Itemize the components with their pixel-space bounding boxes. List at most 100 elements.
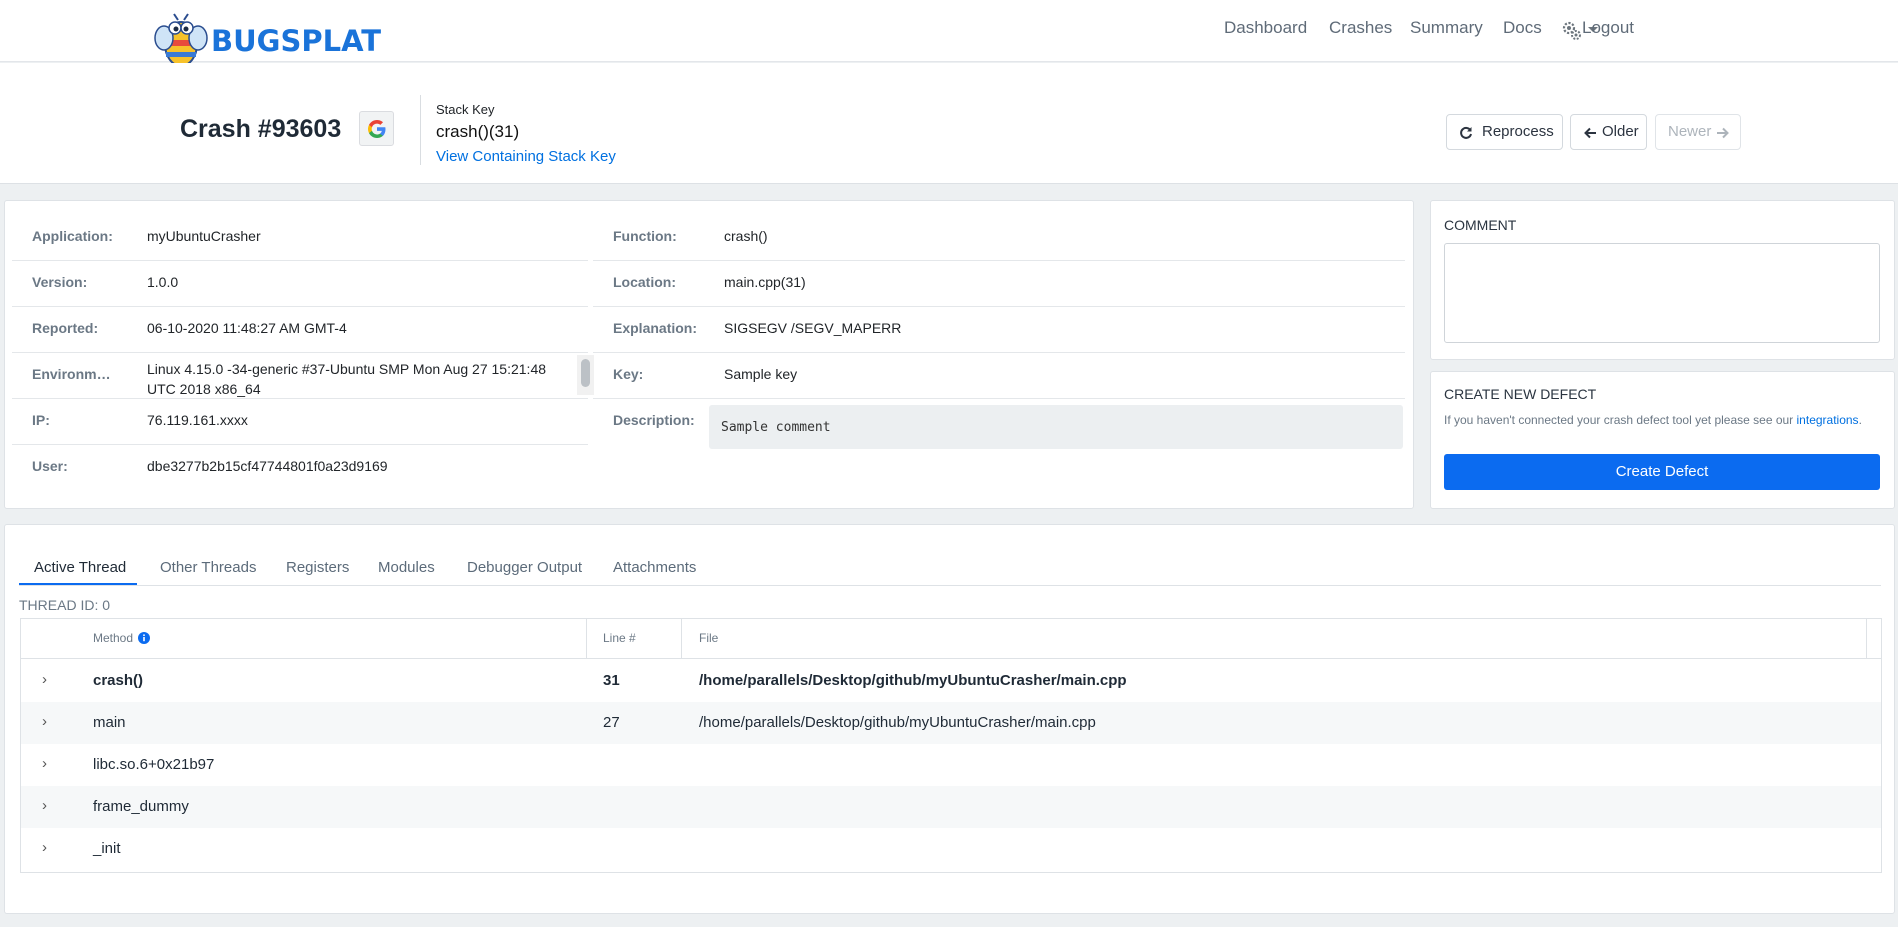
row-method: frame_dummy — [93, 798, 189, 815]
chevron-right-icon[interactable]: › — [42, 839, 47, 856]
detail-value: dbe3277b2b15cf47744801f0a23d9169 — [147, 458, 388, 474]
detail-label: Function: — [613, 228, 677, 244]
detail-value: SIGSEGV /SEGV_MAPERR — [724, 320, 902, 336]
google-badge — [359, 111, 394, 146]
create-defect-card: CREATE NEW DEFECT If you haven't connect… — [1430, 371, 1895, 509]
detail-value: Linux 4.15.0 -34-generic #37-Ubuntu SMP … — [147, 361, 547, 397]
row-line: 31 — [603, 672, 620, 689]
table-row[interactable]: › libc.so.6+0x21b97 — [21, 744, 1881, 786]
arrow-left-icon — [1584, 127, 1596, 139]
top-navbar: BUGSPLAT Dashboard Crashes Summary Docs … — [0, 0, 1898, 67]
defect-note-end: . — [1858, 413, 1862, 427]
detail-key: Key: Sample key — [593, 353, 1405, 399]
tab-attachments[interactable]: Attachments — [613, 559, 696, 576]
arrow-right-icon — [1717, 127, 1729, 139]
detail-application: Application: myUbuntuCrasher — [12, 215, 588, 261]
tab-modules[interactable]: Modules — [378, 559, 435, 576]
chevron-right-icon[interactable]: › — [42, 755, 47, 772]
older-button[interactable]: Older — [1570, 114, 1647, 150]
row-method: _init — [93, 840, 121, 857]
detail-version: Version: 1.0.0 — [12, 261, 588, 307]
column-divider — [586, 619, 587, 659]
row-file: /home/parallels/Desktop/github/myUbuntuC… — [699, 714, 1096, 731]
detail-label: Reported: — [32, 320, 99, 336]
page-title: Crash #93603 — [180, 115, 342, 143]
tab-other-threads[interactable]: Other Threads — [160, 559, 256, 576]
view-stack-key-link[interactable]: View Containing Stack Key — [436, 148, 616, 165]
row-line: 27 — [603, 714, 620, 731]
detail-function: Function: crash() — [593, 215, 1405, 261]
row-method: main — [93, 714, 126, 731]
comment-heading: COMMENT — [1444, 217, 1517, 233]
column-method[interactable]: Method — [93, 631, 151, 645]
detail-reported: Reported: 06-10-2020 11:48:27 AM GMT-4 — [12, 307, 588, 353]
detail-label: Version: — [32, 274, 88, 290]
tab-debugger-output[interactable]: Debugger Output — [467, 559, 582, 576]
nav-dashboard[interactable]: Dashboard — [1224, 18, 1307, 38]
stack-key-value: crash()(31) — [436, 122, 520, 141]
row-method: libc.so.6+0x21b97 — [93, 756, 215, 773]
header-divider — [420, 95, 421, 165]
detail-value: myUbuntuCrasher — [147, 228, 261, 244]
detail-label: Application: — [32, 228, 113, 244]
nav-logout[interactable]: Logout — [1582, 18, 1634, 38]
table-row[interactable]: › crash() 31 /home/parallels/Desktop/git… — [21, 660, 1881, 702]
nav-summary[interactable]: Summary — [1410, 18, 1483, 38]
detail-value: 1.0.0 — [147, 274, 179, 290]
integrations-link[interactable]: integrations — [1797, 413, 1859, 427]
defect-note-text: If you haven't connected your crash defe… — [1444, 413, 1794, 427]
column-divider — [1866, 619, 1867, 659]
detail-label: Description: — [613, 412, 695, 428]
detail-label: User: — [32, 458, 68, 474]
gears-icon — [1562, 21, 1581, 40]
detail-value: 06-10-2020 11:48:27 AM GMT-4 — [147, 320, 347, 336]
google-icon — [368, 120, 386, 138]
detail-label: Explanation: — [613, 320, 698, 336]
table-row[interactable]: › frame_dummy — [21, 786, 1881, 828]
stack-key-label: Stack Key — [436, 102, 495, 117]
tab-registers[interactable]: Registers — [286, 559, 349, 576]
newer-button[interactable]: Newer — [1655, 114, 1741, 150]
column-line[interactable]: Line # — [603, 631, 636, 645]
chevron-right-icon[interactable]: › — [42, 671, 47, 688]
crash-header: Crash #93603 Stack Key crash()(31) View … — [0, 63, 1898, 184]
threads-card: Active Thread Other Threads Registers Mo… — [4, 524, 1895, 914]
chevron-right-icon[interactable]: › — [42, 797, 47, 814]
detail-user: User: dbe3277b2b15cf47744801f0a23d9169 — [12, 445, 588, 491]
table-header: Method Line # File — [21, 619, 1881, 659]
stack-trace-table: Method Line # File › crash() 31 /home/pa… — [20, 618, 1882, 873]
row-method: crash() — [93, 672, 144, 689]
column-method-label: Method — [93, 631, 134, 645]
chevron-right-icon[interactable]: › — [42, 713, 47, 730]
info-icon[interactable] — [138, 632, 151, 644]
reprocess-label: Reprocess — [1482, 123, 1554, 140]
detail-location: Location: main.cpp(31) — [593, 261, 1405, 307]
brand-name: BUGSPLAT — [211, 24, 382, 58]
create-defect-button[interactable]: Create Defect — [1444, 454, 1880, 490]
tab-active-thread[interactable]: Active Thread — [34, 559, 126, 576]
detail-value: crash() — [724, 228, 768, 244]
crash-details-card: Application: myUbuntuCrasher Version: 1.… — [4, 200, 1414, 509]
refresh-icon — [1460, 126, 1472, 139]
newer-label: Newer — [1668, 123, 1712, 140]
comment-textarea[interactable] — [1444, 243, 1880, 343]
detail-label: IP: — [32, 412, 50, 428]
thread-tabs: Active Thread Other Threads Registers Mo… — [19, 549, 1881, 586]
detail-value: Sample key — [724, 366, 798, 382]
environment-scroll-thumb[interactable] — [581, 359, 590, 387]
detail-label: Location: — [613, 274, 676, 290]
thread-id: THREAD ID: 0 — [19, 597, 111, 613]
ip-link[interactable]: 76.119.161.xxxx — [147, 412, 248, 428]
column-file[interactable]: File — [699, 631, 718, 645]
nav-crashes[interactable]: Crashes — [1329, 18, 1392, 38]
table-row[interactable]: › main 27 /home/parallels/Desktop/github… — [21, 702, 1881, 744]
create-defect-heading: CREATE NEW DEFECT — [1444, 386, 1597, 402]
comment-card: COMMENT — [1430, 200, 1895, 360]
detail-label: Key: — [613, 366, 644, 382]
nav-docs[interactable]: Docs — [1503, 18, 1542, 38]
reprocess-button[interactable]: Reprocess — [1446, 114, 1563, 150]
table-row[interactable]: › _init — [21, 828, 1881, 870]
detail-label: Environment: — [32, 366, 117, 382]
active-tab-indicator — [19, 583, 137, 585]
older-label: Older — [1602, 123, 1639, 140]
